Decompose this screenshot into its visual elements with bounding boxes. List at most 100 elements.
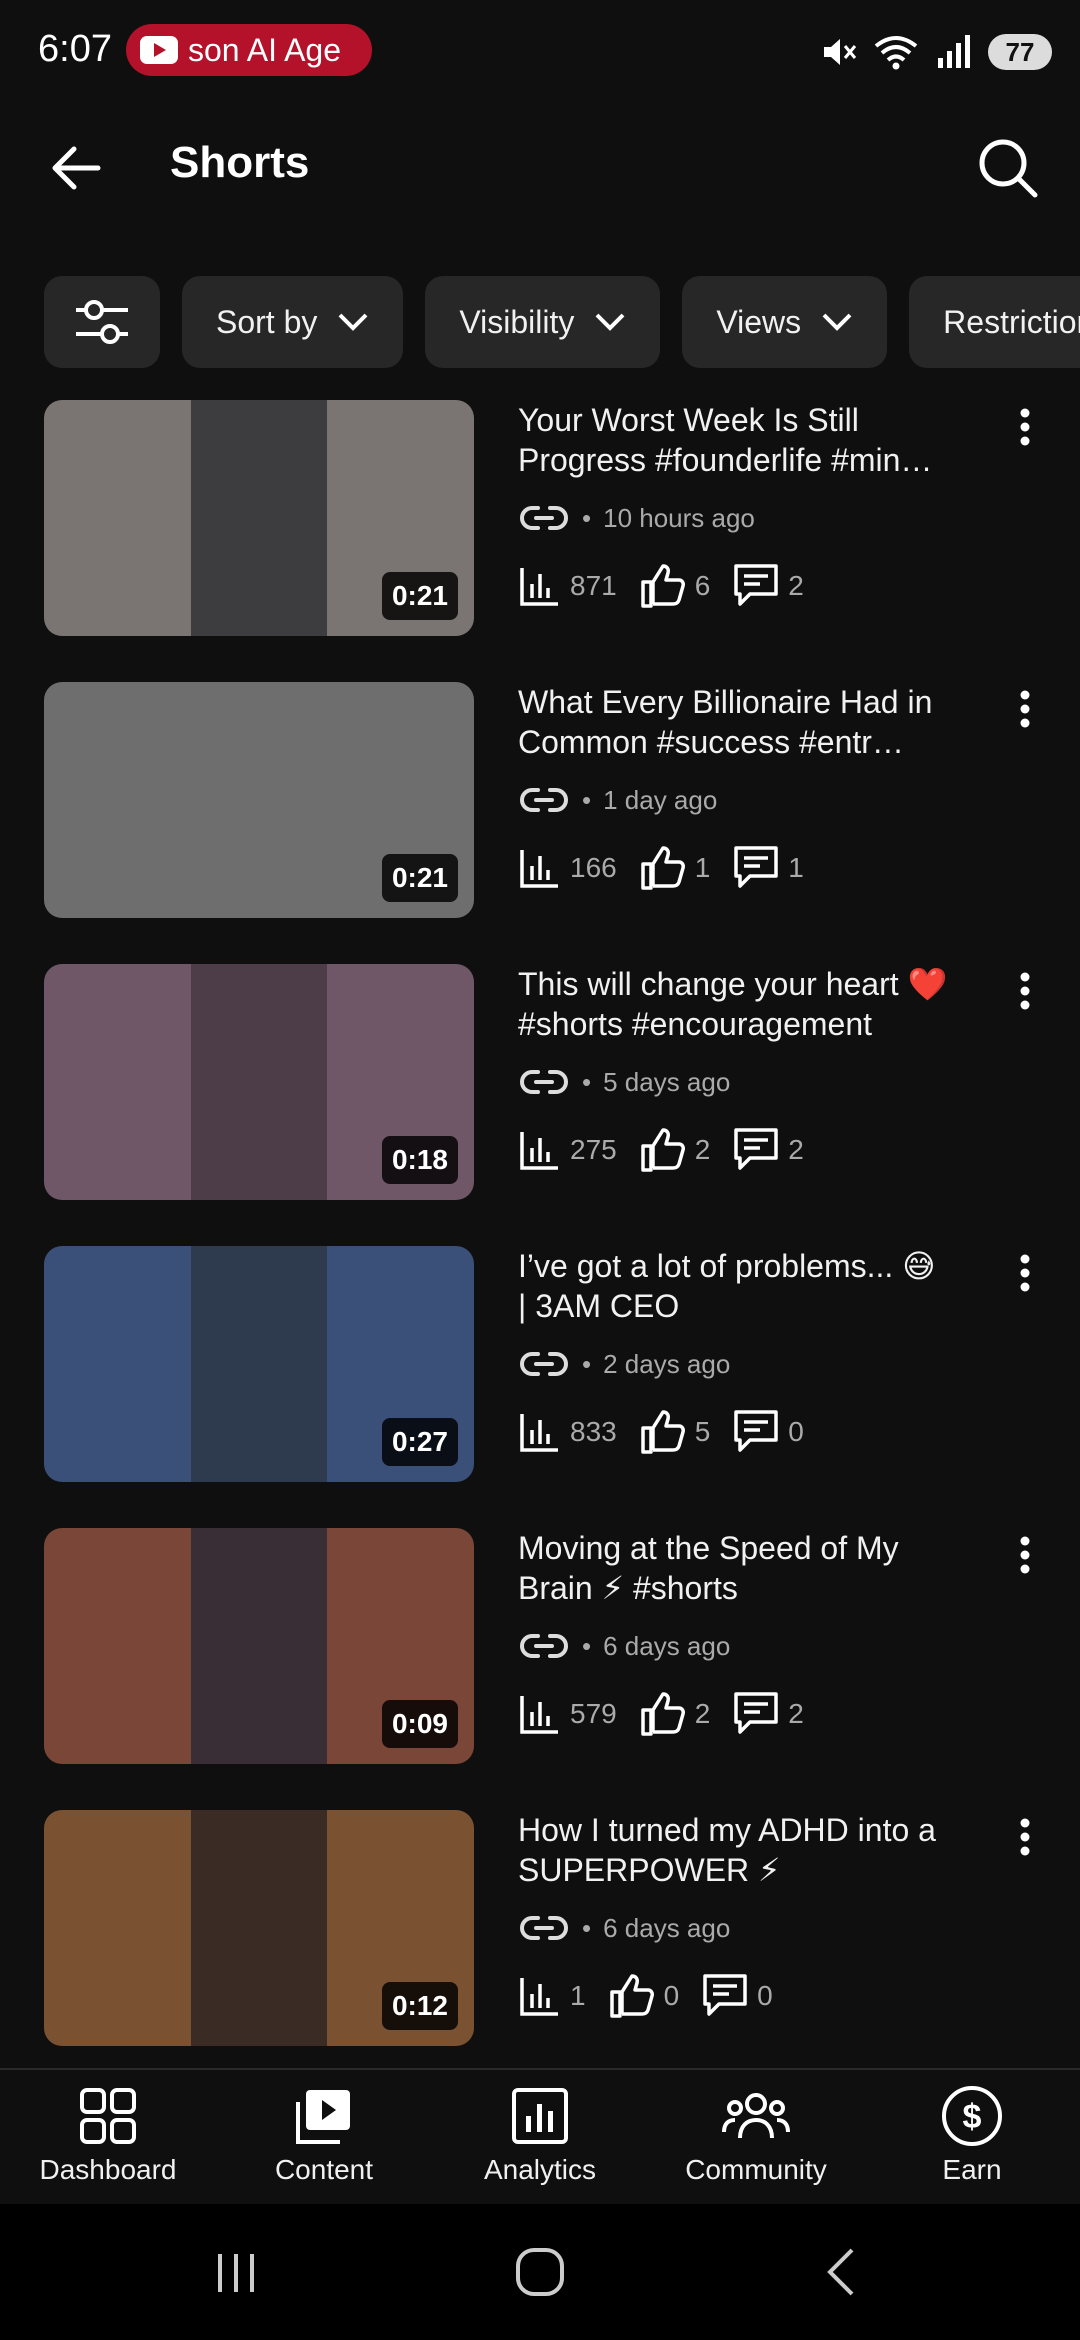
link-icon bbox=[520, 1916, 568, 1940]
link-icon bbox=[520, 788, 568, 812]
system-back-button[interactable] bbox=[812, 2242, 872, 2302]
video-row[interactable]: 0:12 How I turned my ADHD into a SUPERPOW… bbox=[0, 1808, 1080, 2048]
comment-icon bbox=[734, 1128, 779, 1170]
chip-visibility[interactable]: Visibility bbox=[425, 276, 661, 368]
page-title: Shorts bbox=[170, 138, 310, 187]
views-icon bbox=[520, 1132, 558, 1170]
views-stat: 833 bbox=[518, 1410, 617, 1454]
views-count: 871 bbox=[570, 570, 617, 601]
views-stat: 871 bbox=[518, 564, 617, 608]
video-title[interactable]: What Every Billionaire Had in Common #su… bbox=[518, 682, 948, 762]
likes-count: 2 bbox=[694, 1134, 711, 1165]
meta-dot: • bbox=[582, 1912, 592, 1943]
video-row[interactable]: 0:27 I’ve got a lot of problems... 😅 | 3A… bbox=[0, 1244, 1080, 1484]
likes-stat: 1 bbox=[639, 844, 711, 892]
chip-restriction[interactable]: Restriction bbox=[909, 276, 1080, 368]
video-row[interactable]: 0:21 What Every Billionaire Had in Common… bbox=[0, 680, 1080, 920]
link-icon bbox=[520, 1070, 568, 1094]
more-vert-icon bbox=[1020, 690, 1030, 728]
video-row[interactable]: 0:21 Your Worst Week Is Still Progress #f… bbox=[0, 398, 1080, 638]
likes-count: 1 bbox=[694, 852, 711, 883]
video-row[interactable]: 0:18 This will change your heart ❤️ #shor… bbox=[0, 962, 1080, 1202]
video-thumbnail[interactable]: 0:21 bbox=[44, 400, 474, 636]
chip-label: Views bbox=[716, 303, 802, 340]
more-vert-icon bbox=[1020, 1254, 1030, 1292]
nav-item-content[interactable]: Content bbox=[216, 2070, 432, 2204]
video-title[interactable]: This will change your heart ❤️ #shorts #… bbox=[518, 964, 948, 1044]
signal-icon bbox=[938, 35, 970, 68]
chip-views[interactable]: Views bbox=[682, 276, 888, 368]
link-icon bbox=[520, 1352, 568, 1376]
duration-badge: 0:21 bbox=[381, 854, 458, 902]
video-thumbnail[interactable]: 0:18 bbox=[44, 964, 474, 1200]
wifi-icon bbox=[874, 36, 918, 70]
battery-indicator: 77 bbox=[988, 34, 1052, 70]
likes-count: 6 bbox=[694, 570, 711, 601]
comments-count: 2 bbox=[788, 1134, 804, 1165]
thumbnail-frame bbox=[191, 964, 327, 1200]
back-arrow-icon bbox=[52, 146, 101, 190]
filter-chip-bar: Sort by Visibility Views Restriction bbox=[44, 276, 1080, 368]
nav-label: Dashboard bbox=[39, 2154, 177, 2185]
more-vert-icon bbox=[1020, 972, 1030, 1010]
more-options-button[interactable] bbox=[1000, 684, 1050, 734]
system-back-icon bbox=[827, 2248, 854, 2296]
likes-stat: 0 bbox=[608, 1972, 679, 2020]
home-button[interactable] bbox=[510, 2242, 570, 2302]
video-thumbnail[interactable]: 0:27 bbox=[44, 1246, 474, 1482]
duration-badge: 0:12 bbox=[381, 1982, 458, 2030]
youtube-activity-pill[interactable]: son AI Age bbox=[126, 24, 372, 76]
comments-stat: 2 bbox=[732, 1690, 804, 1738]
mute-icon bbox=[824, 39, 857, 65]
nav-item-analytics[interactable]: Analytics bbox=[432, 2070, 648, 2204]
more-options-button[interactable] bbox=[1000, 402, 1050, 452]
search-button[interactable] bbox=[974, 134, 1040, 200]
video-stats: 871 6 2 bbox=[518, 560, 826, 612]
meta-dot: • bbox=[582, 1348, 592, 1379]
more-options-button[interactable] bbox=[1000, 966, 1050, 1016]
duration-badge: 0:27 bbox=[381, 1418, 458, 1466]
chevron-down-icon bbox=[338, 313, 368, 331]
chevron-down-icon bbox=[822, 313, 852, 331]
nav-item-earn[interactable]: $ Earn bbox=[864, 2070, 1080, 2204]
chip-sort-by[interactable]: Sort by bbox=[182, 276, 404, 368]
comments-stat: 1 bbox=[732, 844, 804, 892]
video-title[interactable]: Your Worst Week Is Still Progress #found… bbox=[518, 400, 948, 480]
analytics-icon bbox=[512, 2088, 568, 2144]
thumbnail-frame bbox=[191, 1528, 327, 1764]
video-thumbnail[interactable]: 0:21 bbox=[44, 682, 474, 918]
views-stat: 275 bbox=[518, 1128, 617, 1172]
video-title[interactable]: Moving at the Speed of My Brain ⚡ #short… bbox=[518, 1528, 948, 1608]
back-button[interactable] bbox=[44, 136, 108, 200]
comments-count: 2 bbox=[788, 570, 804, 601]
video-stats: 833 5 0 bbox=[518, 1406, 826, 1458]
link-icon bbox=[520, 506, 568, 530]
chevron-down-icon bbox=[595, 313, 625, 331]
nav-label: Earn bbox=[942, 2154, 1002, 2185]
comments-count: 2 bbox=[788, 1698, 804, 1729]
svg-text:$: $ bbox=[963, 2098, 982, 2136]
video-meta: • 6 days ago bbox=[518, 1908, 730, 1948]
thumbs-up-icon bbox=[640, 1128, 685, 1172]
recent-apps-button[interactable] bbox=[206, 2242, 266, 2302]
comment-icon bbox=[734, 1692, 779, 1734]
video-thumbnail[interactable]: 0:09 bbox=[44, 1528, 474, 1764]
filter-settings-button[interactable] bbox=[44, 276, 160, 368]
nav-item-community[interactable]: Community bbox=[648, 2070, 864, 2204]
meta-dot: • bbox=[582, 502, 592, 533]
video-row[interactable]: 0:09 Moving at the Speed of My Brain ⚡ #s… bbox=[0, 1526, 1080, 1766]
meta-dot: • bbox=[582, 784, 592, 815]
duration-badge: 0:18 bbox=[381, 1136, 458, 1184]
more-options-button[interactable] bbox=[1000, 1248, 1050, 1298]
views-icon bbox=[520, 1978, 558, 2016]
video-meta: • 6 days ago bbox=[518, 1626, 730, 1666]
link-icon bbox=[520, 1634, 568, 1658]
views-count: 833 bbox=[570, 1416, 617, 1447]
video-thumbnail[interactable]: 0:12 bbox=[44, 1810, 474, 2046]
video-title[interactable]: How I turned my ADHD into a SUPERPOWER ⚡ bbox=[518, 1810, 948, 1890]
views-count: 166 bbox=[570, 852, 617, 883]
more-options-button[interactable] bbox=[1000, 1530, 1050, 1580]
more-options-button[interactable] bbox=[1000, 1812, 1050, 1862]
video-title[interactable]: I’ve got a lot of problems... 😅 | 3AM CE… bbox=[518, 1246, 948, 1326]
nav-item-dashboard[interactable]: Dashboard bbox=[0, 2070, 216, 2204]
